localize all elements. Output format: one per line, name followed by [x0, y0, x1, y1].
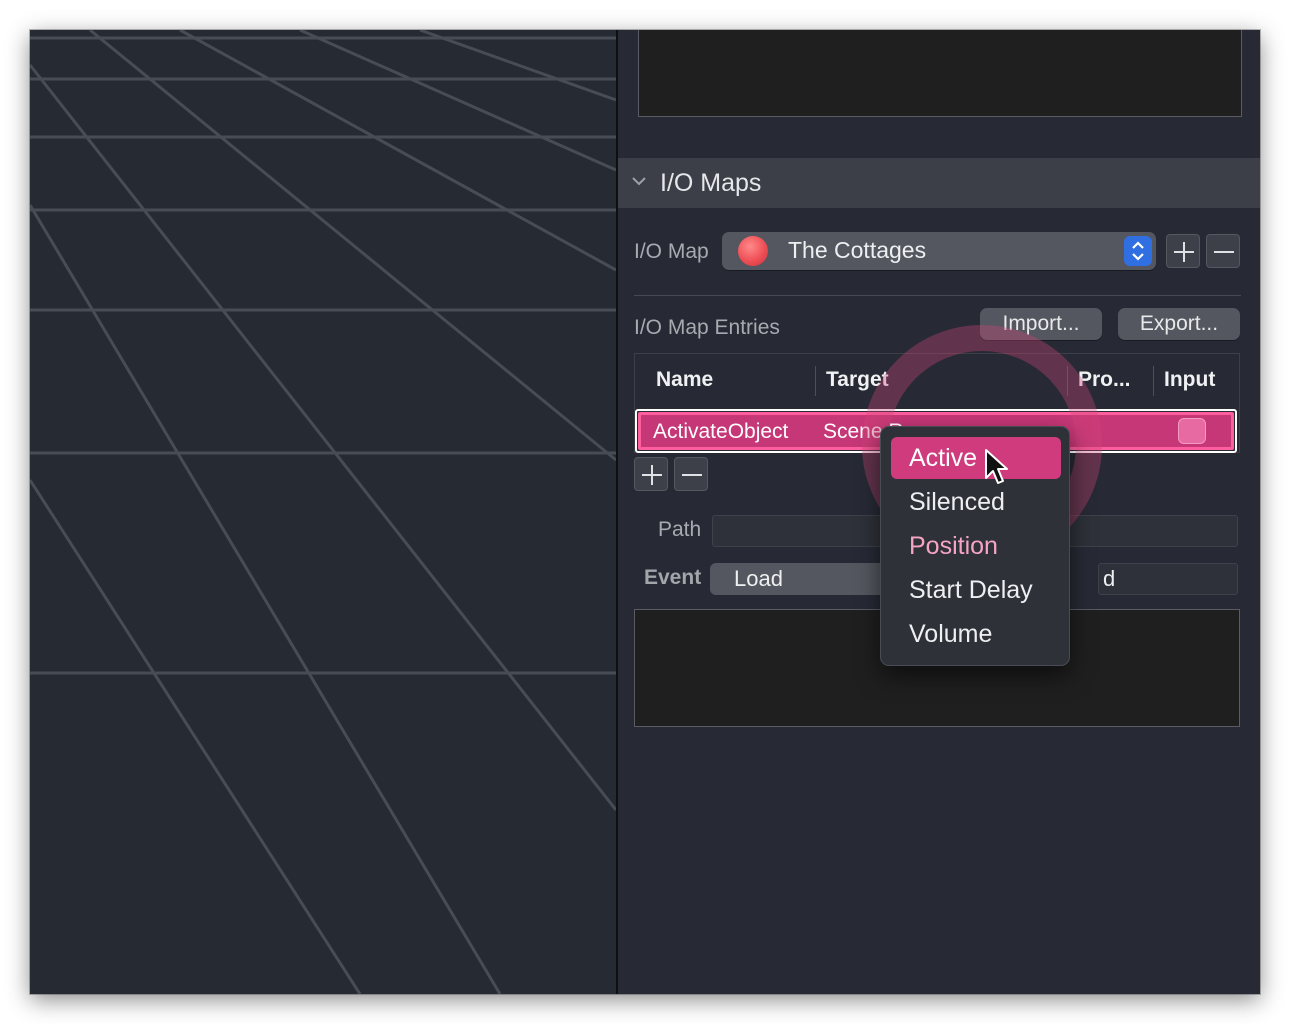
property-context-menu[interactable]: Active Silenced Position Start Delay Vol… [880, 426, 1070, 666]
event-field-right[interactable]: d [1098, 563, 1238, 595]
io-map-value: The Cottages [788, 237, 927, 263]
io-map-label: I/O Map [634, 240, 709, 263]
remove-entry-button[interactable] [674, 457, 708, 491]
menu-item-position[interactable]: Position [891, 525, 1061, 567]
column-header-input[interactable]: Input [1164, 368, 1215, 392]
section-title: I/O Maps [660, 169, 762, 197]
app-window: I/O Maps I/O Map The Cottages I/O Map En… [30, 30, 1260, 994]
column-header-property[interactable]: Pro... [1078, 368, 1131, 392]
remove-io-map-button[interactable] [1206, 234, 1240, 268]
column-header-name[interactable]: Name [656, 368, 713, 392]
event-label: Event [644, 566, 702, 589]
map-color-icon [738, 236, 768, 266]
menu-item-silenced[interactable]: Silenced [891, 481, 1061, 523]
minus-icon [1214, 251, 1234, 253]
add-io-map-button[interactable] [1166, 234, 1200, 268]
column-separator[interactable] [1153, 366, 1154, 396]
path-label: Path [658, 518, 702, 541]
column-separator[interactable] [1067, 366, 1068, 396]
plus-icon [1174, 242, 1194, 262]
minus-icon [682, 474, 702, 476]
event-right-text: d [1103, 566, 1116, 591]
column-separator[interactable] [815, 366, 816, 396]
import-button[interactable]: Import... [980, 308, 1102, 340]
io-map-entries-label: I/O Map Entries [634, 316, 780, 339]
add-entry-button[interactable] [634, 457, 668, 491]
preview-well [638, 30, 1242, 117]
plus-icon [642, 465, 662, 485]
separator [634, 295, 1241, 296]
io-maps-section-header[interactable]: I/O Maps [618, 158, 1260, 208]
chevron-down-icon[interactable] [630, 172, 648, 190]
menu-item-start-delay[interactable]: Start Delay [891, 569, 1061, 611]
row-name-cell: ActivateObject [653, 420, 789, 443]
export-button[interactable]: Export... [1118, 308, 1240, 340]
io-map-popup[interactable]: The Cottages [722, 232, 1156, 270]
input-toggle[interactable] [1178, 418, 1206, 444]
menu-item-active[interactable]: Active [891, 437, 1061, 479]
grid-floor [30, 30, 616, 994]
menu-item-volume[interactable]: Volume [891, 613, 1061, 655]
popup-stepper-icon [1124, 236, 1152, 266]
scene-viewport[interactable] [30, 30, 616, 994]
column-header-target[interactable]: Target [826, 368, 889, 392]
mouse-pointer-icon [985, 449, 1008, 484]
event-value: Load [734, 566, 783, 591]
